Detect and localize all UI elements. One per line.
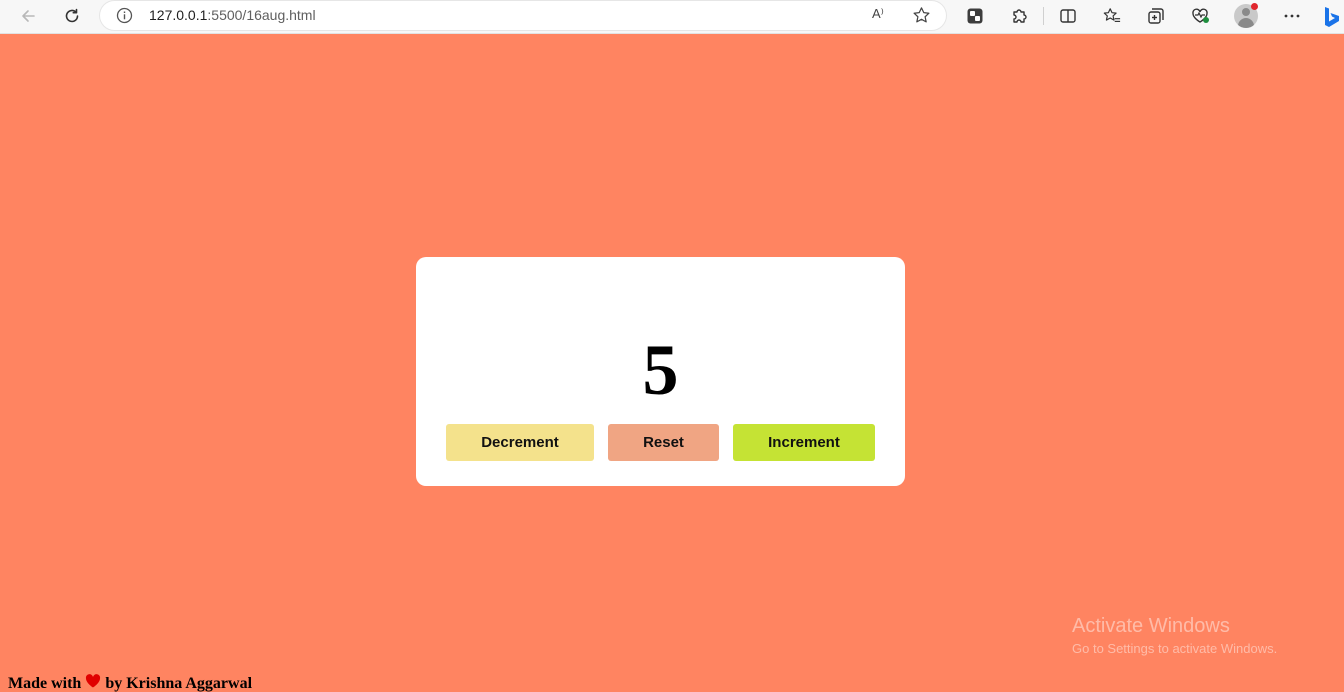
profile-notification-dot bbox=[1251, 3, 1258, 10]
collections-icon bbox=[1148, 8, 1164, 24]
watermark-subtitle: Go to Settings to activate Windows. bbox=[1072, 641, 1278, 656]
url-host: 127.0.0.1 bbox=[149, 7, 208, 23]
extensions-button[interactable] bbox=[1005, 3, 1033, 29]
url-text[interactable]: 127.0.0.1:5500/16aug.html bbox=[149, 7, 316, 23]
favorites-list-icon bbox=[1103, 8, 1121, 22]
extension-app-icon bbox=[967, 8, 983, 24]
refresh-button[interactable] bbox=[58, 3, 86, 29]
footer-prefix: Made with bbox=[8, 674, 82, 692]
url-path: :5500/16aug.html bbox=[207, 7, 316, 23]
counter-card: 5 Decrement Reset Increment bbox=[416, 257, 905, 486]
heart-icon bbox=[85, 674, 101, 692]
read-aloud-icon[interactable]: A⁾ bbox=[872, 6, 884, 22]
back-button[interactable] bbox=[14, 3, 42, 29]
avatar-head bbox=[1242, 8, 1250, 16]
watermark-title: Activate Windows bbox=[1072, 615, 1230, 637]
counter-value: 5 bbox=[642, 330, 679, 410]
browser-toolbar: 127.0.0.1:5500/16aug.html A⁾ bbox=[0, 0, 1344, 34]
activate-windows-watermark: Activate Windows Go to Settings to activ… bbox=[1072, 614, 1277, 658]
toolbar-divider bbox=[1043, 7, 1044, 25]
increment-button[interactable]: Increment bbox=[733, 424, 875, 461]
more-menu-button[interactable] bbox=[1278, 3, 1306, 29]
collections-button[interactable] bbox=[1142, 3, 1170, 29]
favorite-star-icon[interactable] bbox=[912, 6, 931, 30]
refresh-icon bbox=[65, 8, 79, 23]
footer-credit: Made with by Krishna Aggarwal bbox=[8, 674, 252, 692]
back-arrow-icon bbox=[22, 10, 35, 22]
site-info-icon[interactable] bbox=[116, 7, 133, 29]
bing-icon bbox=[1325, 7, 1339, 27]
reset-button[interactable]: Reset bbox=[608, 424, 719, 461]
bing-copilot-button[interactable] bbox=[1320, 4, 1344, 30]
more-dots-icon bbox=[1284, 14, 1300, 18]
split-screen-icon bbox=[1060, 9, 1076, 23]
address-bar[interactable]: 127.0.0.1:5500/16aug.html A⁾ bbox=[100, 1, 946, 30]
split-screen-button[interactable] bbox=[1054, 3, 1082, 29]
footer-suffix: by Krishna Aggarwal bbox=[105, 674, 253, 692]
puzzle-icon bbox=[1013, 9, 1027, 23]
collections-ext-button[interactable] bbox=[961, 3, 989, 29]
performance-button[interactable] bbox=[1186, 3, 1214, 29]
favorites-button[interactable] bbox=[1098, 3, 1126, 29]
heart-pulse-icon bbox=[1192, 8, 1209, 23]
avatar-body bbox=[1238, 18, 1254, 28]
decrement-button[interactable]: Decrement bbox=[446, 424, 594, 461]
